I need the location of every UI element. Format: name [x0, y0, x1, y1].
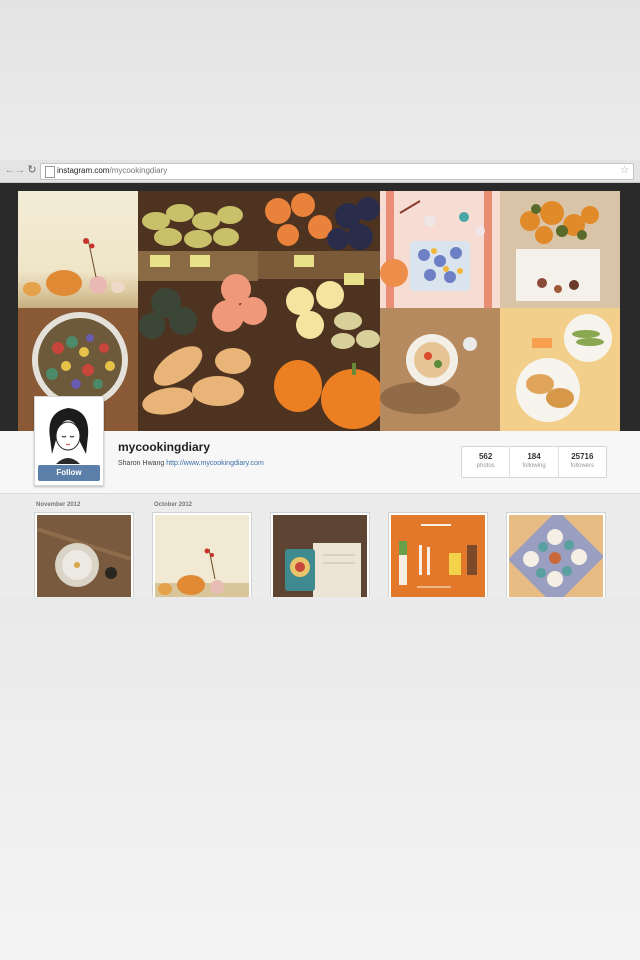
- banner-photo[interactable]: [138, 191, 380, 431]
- feed-photo[interactable]: [34, 512, 134, 597]
- browser-screenshot: ← → ↻ instagram.com/mycookingdiary ☆ Fol…: [0, 160, 640, 597]
- feed-photo[interactable]: [270, 512, 370, 597]
- url-text: instagram.com/mycookingdiary: [57, 166, 168, 175]
- full-name: Sharon Hwang: [118, 460, 165, 467]
- avatar-card: Follow: [34, 396, 104, 486]
- bowl-photo: [37, 515, 131, 597]
- forward-arrow-icon[interactable]: →: [14, 164, 26, 176]
- banner-photo[interactable]: [380, 191, 500, 308]
- profile-stats: 562 photos 184 following 25716 followers: [461, 446, 607, 478]
- browser-toolbar: ← → ↻ instagram.com/mycookingdiary ☆: [0, 160, 640, 183]
- squash-market-photo: [138, 191, 380, 431]
- feed-photo[interactable]: [388, 512, 488, 597]
- profile-username: mycookingdiary: [118, 440, 211, 454]
- stat-photos[interactable]: 562 photos: [462, 447, 511, 477]
- page-icon: [45, 166, 55, 178]
- table-setting-photo: [509, 515, 603, 597]
- follow-button[interactable]: Follow: [38, 465, 100, 481]
- website-link[interactable]: http://www.mycookingdiary.com: [166, 460, 264, 467]
- avatar[interactable]: [36, 398, 102, 464]
- soup-bowl-photo: [380, 334, 477, 414]
- pumpkin-shelf-photo: [23, 238, 125, 296]
- stat-followers[interactable]: 25716 followers: [559, 447, 606, 477]
- banner-photo[interactable]: [380, 308, 500, 431]
- pastry-plate-photo: [516, 314, 612, 422]
- stat-following[interactable]: 184 following: [510, 447, 559, 477]
- feed-photo[interactable]: [152, 512, 252, 597]
- illustration-photo: [391, 515, 485, 597]
- bookmark-star-icon[interactable]: ☆: [620, 164, 629, 178]
- address-bar[interactable]: instagram.com/mycookingdiary ☆: [40, 163, 634, 180]
- book-photo: [273, 515, 367, 597]
- banner-photo[interactable]: [500, 308, 620, 431]
- profile-banner-mosaic: [18, 191, 620, 431]
- feed-photo[interactable]: [506, 512, 606, 597]
- flower-table-photo: [380, 191, 492, 308]
- month-label: October 2012: [154, 502, 193, 508]
- banner-photo[interactable]: [18, 191, 138, 308]
- profile-fullname: Sharon Hwang http://www.mycookingdiary.c…: [118, 460, 264, 467]
- reload-icon[interactable]: ↻: [26, 164, 38, 176]
- dried-flowers-photo: [516, 201, 600, 301]
- banner-photo[interactable]: [500, 191, 620, 308]
- month-label: November 2012: [36, 502, 81, 508]
- pumpkin-shelf-thumb: [155, 548, 249, 597]
